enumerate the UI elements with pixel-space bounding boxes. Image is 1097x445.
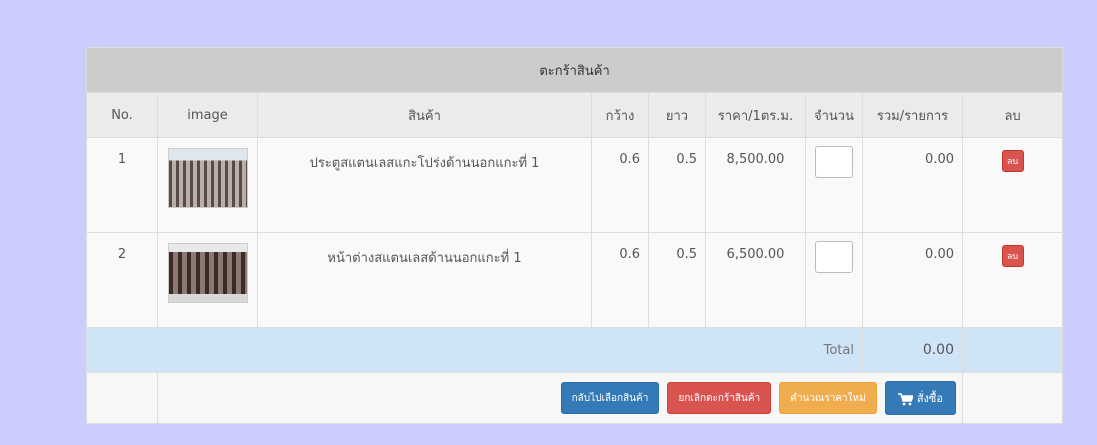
header-no: No. bbox=[86, 92, 158, 138]
header-row: No. image สินค้า กว้าง ยาว ราคา/1ตร.ม. จ… bbox=[86, 92, 1064, 138]
order-button-label: สั่งซื้อ bbox=[916, 392, 943, 405]
qty-input[interactable] bbox=[815, 146, 853, 178]
table-row: 2 หน้าต่างสแตนเลสด้านนอกแกะที่ 1 0.6 0.5… bbox=[86, 232, 1064, 328]
gate-photo-image bbox=[167, 148, 248, 208]
total-row: Total 0.00 bbox=[86, 327, 1064, 373]
action-buttons: กลับไปเลือกสินค้า ยกเลิกตะกร้าสินค้า คำน… bbox=[157, 372, 963, 424]
header-width: กว้าง bbox=[591, 92, 649, 138]
header-subtotal: รวม/รายการ bbox=[862, 92, 963, 138]
recalculate-button[interactable]: คำนวณราคาใหม่ bbox=[779, 382, 877, 414]
header-image: image bbox=[157, 92, 258, 138]
cart-title: ตะกร้าสินค้า bbox=[85, 47, 1064, 93]
item-subtotal: 0.00 bbox=[862, 137, 963, 233]
total-label: Total bbox=[86, 327, 863, 373]
action-row: กลับไปเลือกสินค้า ยกเลิกตะกร้าสินค้า คำน… bbox=[86, 372, 1064, 424]
cart-table: ตะกร้าสินค้า No. image สินค้า กว้าง ยาว … bbox=[85, 47, 1064, 424]
order-button[interactable]: สั่งซื้อ bbox=[884, 381, 956, 415]
cancel-cart-button[interactable]: ยกเลิกตะกร้าสินค้า bbox=[667, 382, 772, 414]
back-to-shop-button[interactable]: กลับไปเลือกสินค้า bbox=[560, 382, 660, 414]
item-width: 0.6 bbox=[591, 232, 649, 328]
header-delete: ลบ bbox=[961, 92, 1064, 138]
table-row: 1 ประตูสแตนเลสแกะโปร่งด้านนอกแกะที่ 1 0.… bbox=[86, 137, 1064, 233]
header-price: ราคา/1ตร.ม. bbox=[705, 92, 806, 138]
item-name: ประตูสแตนเลสแกะโปร่งด้านนอกแกะที่ 1 bbox=[257, 137, 592, 233]
shopping-cart-icon bbox=[897, 392, 913, 405]
item-length: 0.5 bbox=[648, 232, 706, 328]
header-product: สินค้า bbox=[257, 92, 592, 138]
window-photo-image bbox=[167, 243, 248, 303]
item-width: 0.6 bbox=[591, 137, 649, 233]
qty-input[interactable] bbox=[815, 241, 853, 273]
item-length: 0.5 bbox=[648, 137, 706, 233]
delete-button[interactable]: ลบ bbox=[1001, 150, 1024, 172]
item-no: 2 bbox=[86, 232, 158, 328]
header-length: ยาว bbox=[648, 92, 706, 138]
total-value: 0.00 bbox=[862, 327, 963, 373]
item-no: 1 bbox=[86, 137, 158, 233]
delete-button[interactable]: ลบ bbox=[1001, 245, 1024, 267]
item-subtotal: 0.00 bbox=[862, 232, 963, 328]
item-price: 8,500.00 bbox=[705, 137, 806, 233]
item-price: 6,500.00 bbox=[705, 232, 806, 328]
header-qty: จำนวน bbox=[805, 92, 863, 138]
item-name: หน้าต่างสแตนเลสด้านนอกแกะที่ 1 bbox=[257, 232, 592, 328]
